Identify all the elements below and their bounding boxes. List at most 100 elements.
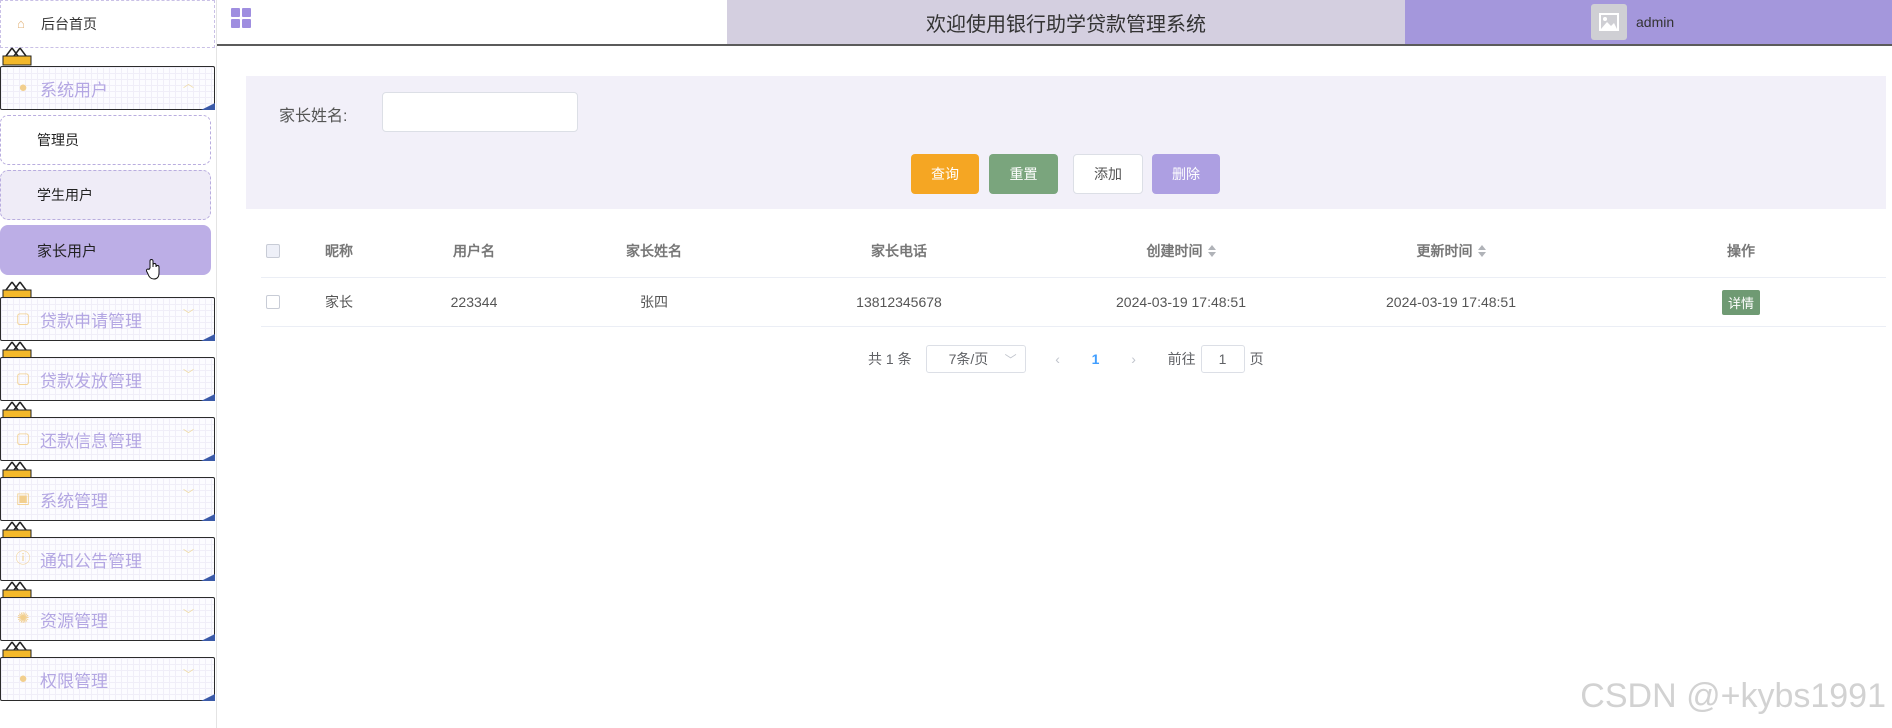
- page-corner: [201, 334, 215, 341]
- column-header-parent-name: 家长姓名: [626, 242, 682, 259]
- chevron-up-icon: ︿: [183, 78, 194, 90]
- menu-resources[interactable]: ✺ 资源管理 ﹀: [0, 597, 215, 641]
- chevron-down-icon: ﹀: [183, 549, 194, 561]
- cell-parent-phone: 13812345678: [856, 294, 942, 310]
- cell-parent-name: 张四: [640, 294, 668, 310]
- search-label: 家长姓名:: [279, 108, 348, 125]
- page-corner: [201, 103, 215, 110]
- watermark: CSDN @+kybs1991: [1580, 677, 1886, 715]
- user-icon: ●: [18, 670, 28, 687]
- chevron-down-icon: ﹀: [183, 429, 194, 441]
- pagination-total: 共 1 条: [868, 351, 912, 367]
- column-header-parent-phone: 家长电话: [871, 242, 927, 259]
- user-icon: ●: [18, 79, 28, 96]
- sidebar: ⌂ 后台首页 ● 系统用户 ︿ 管理员 学生用户 家长用户 ▢ 贷款申请管理 ﹀: [0, 0, 217, 728]
- delete-button[interactable]: 删除: [1152, 154, 1220, 194]
- submenu-item-admin[interactable]: 管理员: [0, 115, 211, 165]
- submenu-item-parent[interactable]: 家长用户: [0, 225, 211, 280]
- query-button[interactable]: 查询: [911, 154, 979, 194]
- select-all-cell: [261, 224, 285, 277]
- page-corner: [201, 454, 215, 461]
- page-corner: [201, 634, 215, 641]
- page-number-current[interactable]: 1: [1076, 351, 1116, 367]
- cell-username: 223344: [450, 294, 498, 310]
- table-row: 家长 223344 张四 13812345678 2024-03-19 17:4…: [261, 278, 1886, 327]
- menu-permissions[interactable]: ● 权限管理 ﹀: [0, 657, 215, 701]
- row-select-cell: [261, 278, 285, 326]
- select-all-checkbox[interactable]: [266, 243, 280, 258]
- reset-button[interactable]: 重置: [989, 154, 1058, 194]
- column-header-username: 用户名: [453, 242, 495, 259]
- username: admin: [1636, 14, 1675, 30]
- goto-label: 前往: [1167, 351, 1196, 367]
- menu-toggle-icon[interactable]: [231, 8, 251, 28]
- page-corner: [201, 394, 215, 401]
- column-header-updated[interactable]: 更新时间: [1321, 224, 1581, 277]
- submenu-item-student[interactable]: 学生用户: [0, 170, 211, 220]
- menu-repayment[interactable]: ▢ 还款信息管理 ﹀: [0, 417, 215, 461]
- column-header-created[interactable]: 创建时间: [1051, 224, 1311, 277]
- document-icon: ▢: [15, 310, 31, 327]
- goto-page-input[interactable]: [1200, 345, 1245, 373]
- home-icon: ⌂: [17, 16, 25, 31]
- page-size-select[interactable]: 7条/页 ﹀: [925, 345, 1026, 373]
- table-header: 昵称 用户名 家长姓名 家长电话 创建时间 更新时间 操作: [261, 224, 1886, 278]
- menu-loan-release[interactable]: ▢ 贷款发放管理 ﹀: [0, 357, 215, 401]
- search-panel: 家长姓名: 查询 重置 添加 删除: [246, 76, 1886, 209]
- page-corner: [201, 574, 215, 581]
- cell-updated: 2024-03-19 17:48:51: [1386, 294, 1516, 310]
- menu-notice[interactable]: ⓘ 通知公告管理 ﹀: [0, 537, 215, 581]
- parent-name-input[interactable]: [382, 92, 578, 132]
- sidebar-item-label: 后台首页: [41, 16, 97, 32]
- submenu-label: 管理员: [37, 132, 79, 148]
- avatar[interactable]: [1591, 4, 1627, 40]
- add-button[interactable]: 添加: [1073, 154, 1143, 194]
- menu-label: 系统管理: [40, 491, 108, 511]
- column-header-label: 更新时间: [1416, 242, 1473, 259]
- chevron-down-icon: ﹀: [183, 669, 194, 681]
- menu-label: 通知公告管理: [40, 551, 142, 571]
- prev-page-button[interactable]: ‹: [1040, 351, 1076, 367]
- page-corner: [201, 514, 215, 521]
- pagination: 共 1 条 7条/页 ﹀ ‹ 1 › 前往 页: [868, 345, 1264, 373]
- menu-label: 权限管理: [40, 671, 108, 691]
- image-icon: [1599, 13, 1619, 31]
- next-page-button[interactable]: ›: [1116, 351, 1152, 367]
- top-header: 欢迎使用银行助学贷款管理系统 admin: [217, 0, 1892, 46]
- menu-label: 还款信息管理: [40, 431, 142, 451]
- cell-nickname: 家长: [325, 294, 353, 310]
- chevron-down-icon: ﹀: [183, 369, 194, 381]
- sort-icon[interactable]: [1207, 244, 1216, 257]
- page-size-value: 7条/页: [948, 351, 989, 367]
- row-checkbox[interactable]: [266, 295, 280, 309]
- submenu-label: 家长用户: [37, 242, 98, 260]
- menu-system-users[interactable]: ● 系统用户 ︿: [0, 66, 215, 110]
- user-bar[interactable]: admin: [1405, 0, 1892, 44]
- submenu-label: 学生用户: [37, 187, 93, 203]
- sort-icon[interactable]: [1477, 244, 1486, 257]
- chevron-down-icon: ﹀: [183, 309, 194, 321]
- menu-loan-apply[interactable]: ▢ 贷款申请管理 ﹀: [0, 297, 215, 341]
- chevron-down-icon: ﹀: [183, 609, 194, 621]
- info-icon: ⓘ: [15, 550, 31, 567]
- menu-system-manage[interactable]: ▣ 系统管理 ﹀: [0, 477, 215, 521]
- column-header-label: 创建时间: [1146, 242, 1203, 259]
- cell-created: 2024-03-19 17:48:51: [1116, 294, 1246, 310]
- picture-icon: ▣: [15, 490, 31, 507]
- chevron-down-icon: ﹀: [1004, 353, 1017, 367]
- column-header-actions: 操作: [1727, 242, 1755, 259]
- page-title: 欢迎使用银行助学贷款管理系统: [926, 13, 1206, 36]
- data-table: 昵称 用户名 家长姓名 家长电话 创建时间 更新时间 操作 家长 223344 …: [261, 224, 1886, 327]
- detail-button[interactable]: 详情: [1721, 289, 1760, 315]
- menu-label: 贷款发放管理: [40, 371, 142, 391]
- system-title-bar: 欢迎使用银行助学贷款管理系统: [727, 0, 1405, 44]
- page-corner: [201, 694, 215, 701]
- document-icon: ▢: [15, 370, 31, 387]
- sidebar-item-home[interactable]: ⌂ 后台首页: [0, 0, 215, 48]
- resource-icon: ✺: [16, 610, 30, 627]
- cell-actions: 详情: [1711, 278, 1771, 326]
- column-header-nickname: 昵称: [325, 242, 353, 259]
- binder-clip-icon: [2, 47, 32, 66]
- menu-label: 系统用户: [40, 80, 108, 100]
- menu-label: 资源管理: [40, 611, 108, 631]
